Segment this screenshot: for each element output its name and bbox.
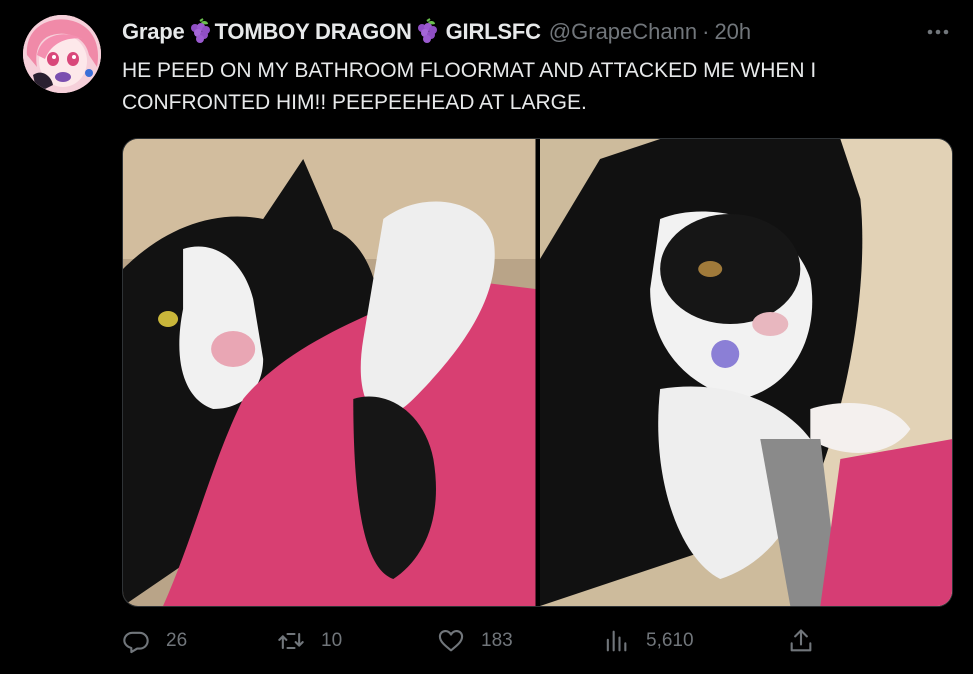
reply-icon [123,631,149,654]
display-name[interactable]: Grape [122,19,185,45]
views-icon [606,630,627,652]
display-name-part[interactable]: GIRLSFC [446,19,541,45]
photo-2[interactable] [539,139,952,606]
tweet-header: Grape TOMBOY DRAGON GIRLSFC @GrapeChann … [122,17,953,47]
timestamp[interactable]: 20h [714,19,751,45]
user-handle[interactable]: @GrapeChann [549,19,697,45]
reply-button[interactable]: 26 [122,627,277,655]
tweet-text: HE PEED ON MY BATHROOM FLOORMAT AND ATTA… [122,59,817,114]
photo-1[interactable] [123,139,536,606]
tweet-actions: 26 10 183 5,610 [122,618,822,664]
reply-count: 26 [166,630,188,651]
avatar[interactable] [23,15,101,93]
media-grid [122,138,953,607]
views-count: 5,610 [646,630,694,651]
retweet-icon [278,632,304,650]
more-dots-icon[interactable] [923,19,953,45]
heart-icon [438,630,464,652]
share-button[interactable] [787,627,815,655]
display-name-part[interactable]: TOMBOY DRAGON [215,19,412,45]
grapes-emoji-icon [417,18,437,43]
share-icon [790,629,812,652]
grapes-emoji-icon [190,18,210,43]
like-count: 183 [481,630,513,651]
views-button[interactable]: 5,610 [602,627,787,655]
separator: · [702,19,710,44]
like-button[interactable]: 183 [437,627,602,655]
retweet-button[interactable]: 10 [277,627,437,655]
retweet-count: 10 [321,630,343,651]
